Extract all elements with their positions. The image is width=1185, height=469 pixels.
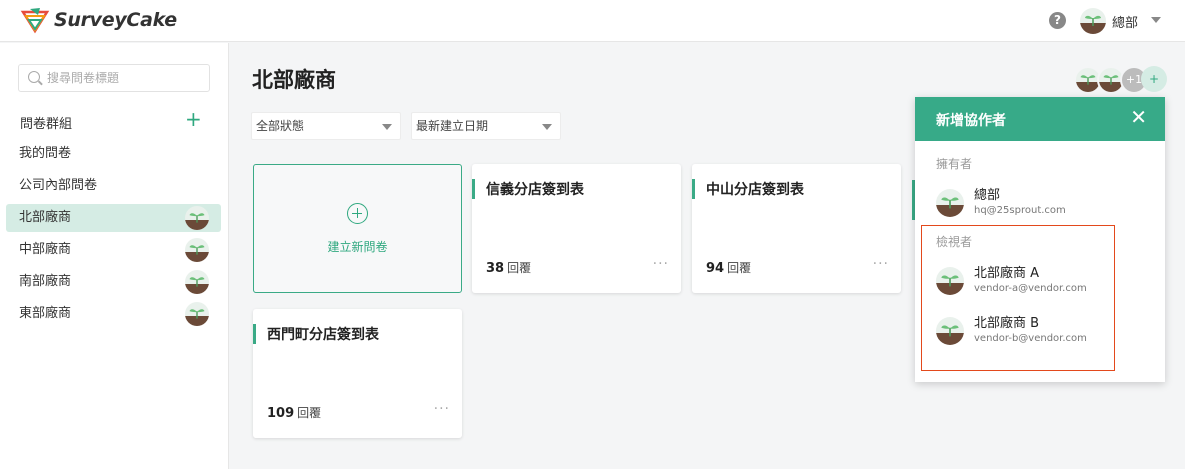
panel-title: 新增協作者	[936, 113, 1006, 129]
chevron-down-icon	[382, 124, 392, 130]
sprout-avatar-icon	[185, 206, 209, 230]
page-title: 北部廠商	[252, 68, 336, 92]
close-icon[interactable]: ✕	[1130, 107, 1147, 127]
logo[interactable]: SurveyCake	[20, 6, 177, 34]
sidebar-item-my-surveys[interactable]: 我的問卷	[6, 140, 221, 168]
create-survey-label: 建立新問卷	[327, 240, 388, 254]
user-avatar[interactable]	[1080, 8, 1106, 38]
card-accent-bar	[692, 179, 695, 199]
card-accent-bar	[253, 324, 256, 344]
sidebar-item-label: 東部廠商	[19, 306, 72, 321]
logo-text: SurveyCake	[54, 9, 177, 31]
response-count: 38 回覆	[486, 261, 532, 276]
card-accent-bar	[472, 179, 475, 199]
chevron-down-icon	[542, 124, 552, 130]
search-box[interactable]	[18, 64, 210, 92]
owner-name: 總部	[974, 188, 1001, 203]
sidebar-item-south[interactable]: 南部廠商	[6, 268, 221, 296]
sort-value: 最新建立日期	[416, 119, 489, 133]
add-group-button[interactable]: +	[185, 109, 202, 129]
top-bar: SurveyCake ? 總部	[0, 0, 1185, 42]
more-options-icon[interactable]: ···	[653, 256, 669, 272]
search-icon	[28, 71, 40, 83]
create-survey-card[interactable]: 建立新問卷	[253, 164, 462, 293]
survey-card[interactable]: 信義分店簽到表 38 回覆 ···	[472, 164, 681, 293]
survey-title: 信義分店簽到表	[486, 182, 584, 198]
more-options-icon[interactable]: ···	[873, 256, 889, 272]
owner-section-label: 擁有者	[936, 157, 973, 171]
owner-entry: 總部 hq@25sprout.com	[936, 183, 1136, 223]
survey-title: 中山分店簽到表	[706, 182, 804, 198]
response-count: 94 回覆	[706, 261, 752, 276]
sidebar-item-east[interactable]: 東部廠商	[6, 300, 221, 328]
response-count: 109 回覆	[267, 406, 322, 421]
sprout-avatar-icon	[1080, 8, 1106, 34]
panel-header: 新增協作者 ✕	[915, 97, 1165, 141]
status-filter-select[interactable]: 全部狀態	[251, 112, 401, 140]
plus-circle-icon	[347, 203, 368, 224]
more-options-icon[interactable]: ···	[434, 401, 450, 417]
user-name[interactable]: 總部	[1112, 12, 1138, 31]
sort-select[interactable]: 最新建立日期	[411, 112, 561, 140]
survey-card[interactable]: 中山分店簽到表 94 回覆 ···	[692, 164, 901, 293]
search-input[interactable]	[47, 68, 197, 88]
sidebar-item-label: 南部廠商	[19, 274, 72, 289]
sidebar-item-label: 中部廠商	[19, 242, 72, 257]
group-title: 問卷群組	[20, 117, 73, 132]
surveycake-logo-icon	[20, 8, 50, 34]
sprout-avatar-icon	[185, 270, 209, 294]
sidebar-item-label: 我的問卷	[19, 146, 72, 161]
status-filter-value: 全部狀態	[256, 119, 305, 133]
chevron-down-icon[interactable]	[1151, 17, 1161, 23]
add-collaborator-icon[interactable]: +	[1141, 66, 1167, 92]
sidebar: 問卷群組 + 我的問卷 公司內部問卷 北部廠商 中部廠商 南部廠商 東部廠商	[0, 43, 229, 469]
help-icon[interactable]: ?	[1049, 12, 1066, 29]
sidebar-item-north[interactable]: 北部廠商	[6, 204, 221, 232]
sprout-avatar-icon	[185, 238, 209, 262]
sprout-avatar-icon	[185, 302, 209, 326]
owner-email: hq@25sprout.com	[974, 205, 1066, 216]
sidebar-item-central[interactable]: 中部廠商	[6, 236, 221, 264]
sidebar-item-label: 公司內部問卷	[19, 178, 98, 193]
sprout-avatar-icon	[936, 189, 964, 217]
survey-card[interactable]: 西門町分店簽到表 109 回覆 ···	[253, 309, 462, 438]
sidebar-item-internal[interactable]: 公司內部問卷	[6, 172, 221, 200]
viewer-highlight-box	[921, 225, 1115, 371]
sidebar-item-label: 北部廠商	[19, 210, 72, 225]
survey-title: 西門町分店簽到表	[267, 327, 379, 343]
